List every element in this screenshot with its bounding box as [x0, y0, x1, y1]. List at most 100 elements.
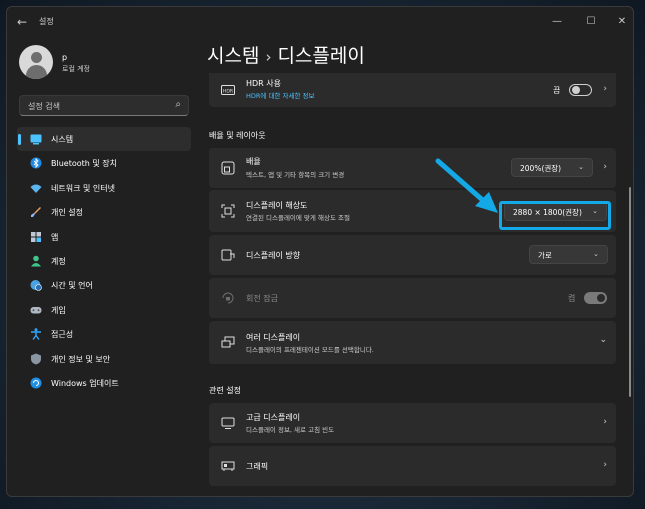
toggle-knob	[572, 86, 580, 94]
scale-value: 200%(권장)	[520, 164, 562, 173]
account-icon	[30, 255, 42, 267]
account-type: 로컬 계정	[62, 65, 90, 73]
multiple-displays-title: 여러 디스플레이	[246, 333, 301, 342]
sidebar-item-label: 네트워크 및 인터넷	[51, 183, 115, 193]
bluetooth-icon	[30, 157, 42, 169]
update-icon	[30, 377, 42, 389]
hdr-icon: HDR	[221, 83, 235, 97]
search-placeholder: 설정 검색	[28, 102, 60, 111]
orientation-card[interactable]: 디스플레이 방향 가로 ⌄	[209, 235, 616, 275]
section-heading-related: 관련 설정	[209, 386, 241, 395]
sidebar-item-label: 개인 정보 및 보안	[51, 354, 111, 364]
hdr-info-link[interactable]: HDR에 대한 자세한 정보	[246, 90, 314, 100]
chevron-right-icon: ›	[603, 417, 607, 427]
breadcrumb-parent[interactable]: 시스템	[207, 45, 259, 67]
rotation-lock-toggle	[584, 292, 607, 304]
graphics-title: 그래픽	[246, 462, 269, 471]
close-icon[interactable]: ✕	[613, 13, 631, 31]
shield-icon	[30, 353, 42, 365]
chevron-right-icon: ›	[603, 162, 607, 172]
sidebar-item-label: 앱	[51, 232, 59, 242]
chevron-right-icon: ›	[603, 460, 607, 470]
sidebar-nav: 시스템 Bluetooth 및 장치 네트워크 및 인터넷 개인 설정 앱 계정…	[17, 127, 191, 395]
monitor-icon	[221, 416, 235, 430]
settings-window: ← 설정 — ☐ ✕ p 로컬 계정 설정 검색 ⌕ 시스템 Bluetooth…	[6, 6, 634, 497]
rotation-lock-card: 회전 잠금 켬	[209, 278, 616, 318]
scale-icon	[221, 161, 235, 175]
multiple-displays-description: 디스플레이의 프레젠테이션 모드를 선택합니다.	[246, 346, 374, 354]
sidebar-item-network[interactable]: 네트워크 및 인터넷	[17, 176, 191, 200]
resolution-highlight-box	[499, 201, 611, 230]
scale-dropdown[interactable]: 200%(권장) ⌄	[511, 158, 593, 177]
graphics-card-icon	[221, 459, 235, 473]
orientation-dropdown[interactable]: 가로 ⌄	[529, 245, 608, 264]
sidebar-item-bluetooth[interactable]: Bluetooth 및 장치	[17, 151, 191, 175]
back-arrow-icon[interactable]: ←	[17, 15, 31, 29]
sidebar-item-accessibility[interactable]: 접근성	[17, 322, 191, 346]
graphics-card[interactable]: 그래픽 ›	[209, 446, 616, 486]
sidebar-item-label: 시스템	[51, 135, 74, 144]
sidebar-item-label: Windows 업데이트	[51, 378, 119, 388]
maximize-icon[interactable]: ☐	[582, 13, 600, 31]
globe-clock-icon	[30, 279, 42, 292]
sidebar-item-label: 시간 및 언어	[51, 281, 93, 291]
sidebar-item-personalization[interactable]: 개인 설정	[17, 200, 191, 224]
section-heading-layout: 배율 및 레이아웃	[209, 131, 266, 140]
chevron-right-icon: ›	[603, 84, 607, 94]
wifi-icon	[30, 182, 42, 194]
page-title: 디스플레이	[277, 45, 365, 67]
person-icon-body	[26, 65, 47, 79]
minimize-icon[interactable]: —	[548, 13, 566, 31]
sidebar-item-accounts[interactable]: 계정	[17, 249, 191, 273]
chevron-down-icon: ⌄	[593, 250, 599, 258]
toggle-knob	[597, 294, 605, 302]
sidebar-item-privacy[interactable]: 개인 정보 및 보안	[17, 347, 191, 371]
orientation-icon	[221, 248, 235, 262]
scale-description: 텍스트, 앱 및 기타 항목의 크기 변경	[246, 171, 345, 179]
resolution-title: 디스플레이 해상도	[246, 201, 308, 210]
chevron-down-icon: ⌄	[578, 163, 584, 171]
rotation-lock-toggle-label: 켬	[568, 294, 576, 303]
breadcrumb: 시스템 › 디스플레이	[207, 41, 365, 68]
chevron-right-icon: ›	[265, 48, 272, 66]
chevron-down-icon: ⌄	[599, 335, 607, 345]
scale-card[interactable]: 배율 텍스트, 앱 및 기타 항목의 크기 변경 200%(권장) ⌄ ›	[209, 148, 616, 188]
search-input[interactable]: 설정 검색 ⌕	[19, 95, 189, 116]
apps-icon	[30, 231, 42, 243]
sidebar-item-system[interactable]: 시스템	[17, 127, 191, 152]
user-name: p	[62, 53, 68, 62]
rotation-lock-title: 회전 잠금	[246, 294, 278, 303]
scale-title: 배율	[246, 157, 261, 166]
rotation-lock-icon	[221, 291, 235, 305]
avatar[interactable]	[19, 45, 53, 79]
resolution-icon	[221, 204, 235, 218]
scrollbar[interactable]	[629, 187, 631, 397]
accessibility-icon	[30, 328, 42, 341]
brush-icon	[30, 206, 42, 218]
multiple-displays-card[interactable]: 여러 디스플레이 디스플레이의 프레젠테이션 모드를 선택합니다. ⌄	[209, 321, 616, 364]
system-icon	[30, 133, 42, 145]
advanced-display-description: 디스플레이 정보, 새로 고침 빈도	[246, 426, 335, 434]
hdr-title: HDR 사용	[246, 79, 281, 88]
orientation-title: 디스플레이 방향	[246, 251, 301, 260]
person-icon	[31, 52, 42, 63]
hdr-toggle-label: 끔	[553, 86, 561, 95]
sidebar-item-label: 계정	[51, 256, 66, 266]
sidebar-item-windows-update[interactable]: Windows 업데이트	[17, 371, 191, 395]
sidebar-item-apps[interactable]: 앱	[17, 225, 191, 249]
resolution-description: 연결된 디스플레이에 맞게 해상도 조절	[246, 214, 350, 222]
advanced-display-card[interactable]: 고급 디스플레이 디스플레이 정보, 새로 고침 빈도 ›	[209, 403, 616, 443]
advanced-display-title: 고급 디스플레이	[246, 413, 301, 422]
sidebar-item-gaming[interactable]: 게임	[17, 298, 191, 322]
title-bar: ← 설정 — ☐ ✕	[7, 7, 633, 37]
sidebar-item-label: 개인 설정	[51, 208, 83, 218]
sidebar-item-time-language[interactable]: 시간 및 언어	[17, 273, 191, 297]
sidebar-item-label: 접근성	[51, 330, 74, 340]
sidebar-item-label: Bluetooth 및 장치	[51, 159, 118, 169]
hdr-card[interactable]: HDR HDR 사용 HDR에 대한 자세한 정보 끔 ›	[209, 73, 616, 107]
svg-text:HDR: HDR	[223, 88, 234, 94]
sidebar-item-label: 게임	[51, 305, 66, 315]
orientation-value: 가로	[538, 251, 552, 260]
gamepad-icon	[30, 304, 42, 316]
hdr-toggle[interactable]	[569, 84, 592, 96]
